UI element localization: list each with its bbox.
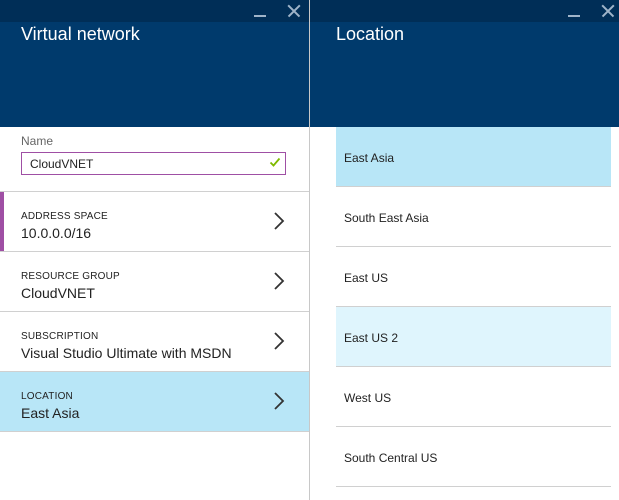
location-label: East Asia	[344, 151, 395, 165]
name-field[interactable]	[21, 152, 286, 175]
row-value: East Asia	[21, 405, 80, 421]
location-label: West US	[344, 391, 392, 405]
chevron-right-icon	[274, 212, 285, 230]
blade-title: Virtual network	[21, 24, 140, 44]
location-label: East US 2	[344, 331, 399, 345]
blade-titlebar	[0, 0, 309, 22]
row-label: SUBSCRIPTION	[21, 331, 99, 342]
blade-header: Virtual network	[0, 0, 309, 127]
row-value: 10.0.0.0/16	[21, 225, 92, 241]
row-label: ADDRESS SPACE	[21, 211, 108, 222]
chevron-right-icon	[274, 392, 285, 410]
location-label: South Central US	[344, 451, 438, 465]
name-input[interactable]	[22, 153, 260, 174]
chevron-right-icon	[274, 332, 285, 350]
chevron-right-icon	[274, 272, 285, 290]
location-blade: Location East Asia South East Asia East …	[310, 0, 619, 500]
name-label: Name	[21, 134, 54, 148]
location-item-south-east-asia[interactable]: South East Asia	[336, 187, 611, 247]
minimize-icon[interactable]	[252, 3, 268, 19]
location-item-east-us-2[interactable]: East US 2	[336, 307, 611, 367]
checkmark-icon	[269, 157, 281, 167]
minimize-icon[interactable]	[566, 3, 582, 19]
row-label: LOCATION	[21, 391, 73, 402]
location-item-east-us[interactable]: East US	[336, 247, 611, 307]
close-icon[interactable]	[600, 3, 616, 19]
close-icon[interactable]	[286, 3, 302, 19]
row-label: RESOURCE GROUP	[21, 271, 120, 282]
divider	[0, 431, 309, 432]
virtual-network-blade: Virtual network Name ADDRESS SPACE 10.0.…	[0, 0, 310, 500]
location-item-west-us[interactable]: West US	[336, 367, 611, 427]
row-value: Visual Studio Ultimate with MSDN	[21, 345, 232, 361]
location-item-south-central-us[interactable]: South Central US	[336, 427, 611, 487]
blade-titlebar	[310, 0, 619, 22]
location-item-east-asia[interactable]: East Asia	[336, 127, 611, 187]
blade-header: Location	[310, 0, 619, 127]
location-row[interactable]: LOCATION East Asia	[0, 371, 309, 431]
address-space-row[interactable]: ADDRESS SPACE 10.0.0.0/16	[0, 191, 309, 251]
name-field-group: Name	[0, 127, 309, 191]
blade-title: Location	[336, 24, 405, 44]
location-label: East US	[344, 271, 389, 285]
row-value: CloudVNET	[21, 285, 95, 301]
subscription-row[interactable]: SUBSCRIPTION Visual Studio Ultimate with…	[0, 311, 309, 371]
location-label: South East Asia	[344, 211, 429, 225]
resource-group-row[interactable]: RESOURCE GROUP CloudVNET	[0, 251, 309, 311]
